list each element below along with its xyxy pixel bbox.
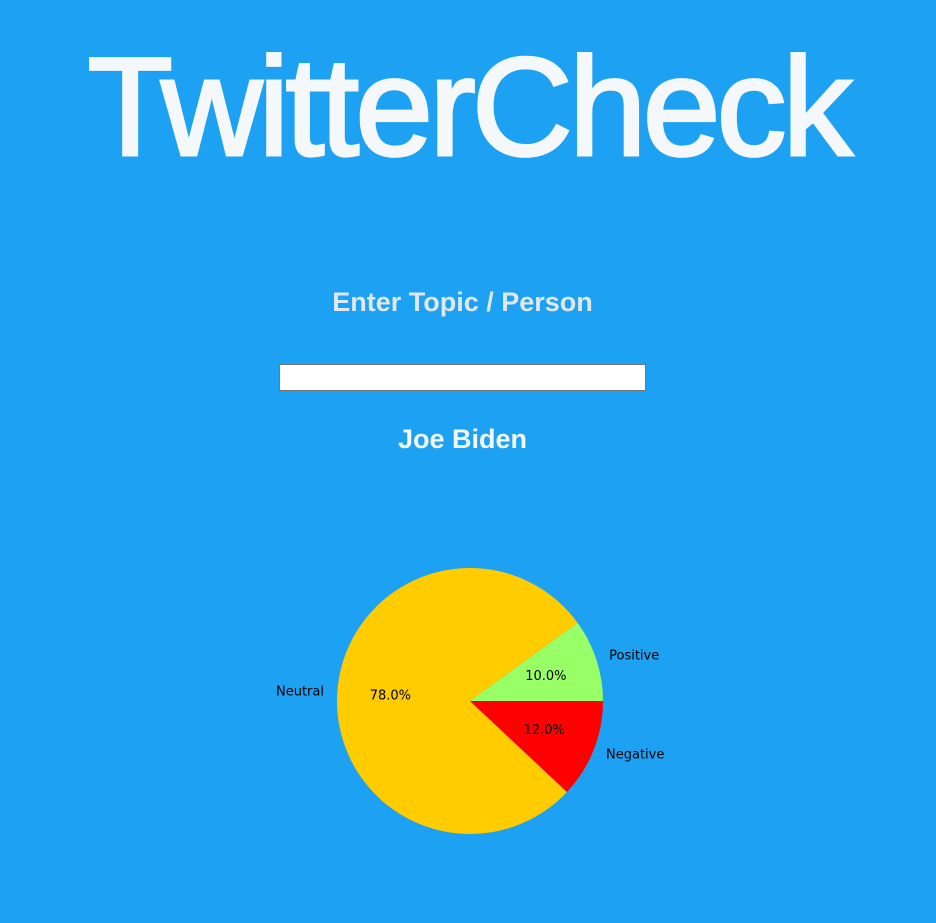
pie-pct-label-neutral: 78.0% <box>370 688 411 703</box>
pie-slice-neutral <box>336 567 578 834</box>
pie-slice-negative <box>470 701 603 793</box>
result-topic-heading: Joe Biden <box>397 424 528 454</box>
app-title: TwitterCheck <box>86 28 854 185</box>
app-root: TwitterCheck Enter Topic / Person Joe Bi… <box>0 0 936 923</box>
pie-category-label-positive: Positive <box>609 648 659 663</box>
pie-category-label-negative: Negative <box>606 747 664 762</box>
pie-category-label-neutral: Neutral <box>276 684 324 699</box>
pie-pct-label-positive: 10.0% <box>525 669 566 684</box>
topic-prompt-label: Enter Topic / Person <box>332 287 593 317</box>
pie-pct-label-negative: 12.0% <box>524 723 565 738</box>
pie-slice-positive <box>470 622 604 701</box>
topic-search-input[interactable] <box>279 364 646 391</box>
